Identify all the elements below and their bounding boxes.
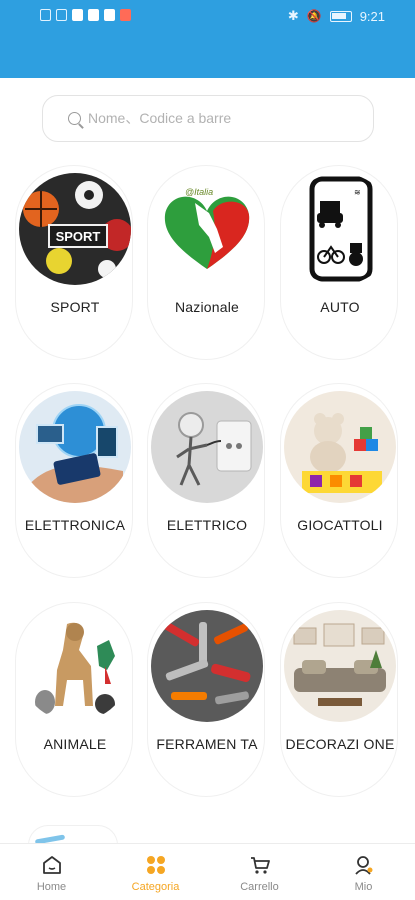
category-card-elettronica[interactable]: ELETTRONICA (15, 383, 133, 578)
status-icons-right: ✱ 🔕 9:21 (288, 8, 385, 24)
nav-label: Categoria (131, 881, 180, 893)
nav-home[interactable]: Home (0, 844, 103, 900)
category-card-auto[interactable]: ≋ AUTO (280, 165, 398, 360)
nav-categoria[interactable]: Categoria (104, 844, 207, 900)
nav-label: Mio (354, 881, 373, 893)
category-label: ELETTRONICA (24, 517, 126, 533)
italy-heart-image: @Italia (151, 173, 263, 285)
category-label: SPORT (50, 299, 100, 315)
message-icon (88, 9, 99, 21)
category-label: ANIMALE (43, 736, 107, 752)
category-card-nazionale[interactable]: @Italia Nazionale (147, 165, 265, 360)
search-input[interactable] (88, 96, 358, 140)
status-icons-left (40, 9, 131, 21)
sim-icon (40, 9, 51, 21)
svg-text:@Italia: @Italia (185, 187, 213, 197)
profile-icon (354, 856, 372, 875)
decor-image (284, 610, 396, 722)
status-time: 9:21 (359, 8, 385, 24)
nav-carrello[interactable]: Carrello (208, 844, 311, 900)
category-label: Nazionale (174, 299, 240, 315)
wifi-icon (56, 9, 67, 21)
electric-image (151, 391, 263, 503)
toys-image (284, 391, 396, 503)
battery-icon (329, 10, 352, 22)
svg-text:≋: ≋ (354, 188, 361, 197)
category-card-partial[interactable] (28, 825, 118, 845)
category-card-decorazione[interactable]: DECORAZI ONE (280, 602, 398, 797)
category-label: ELETTRICO (166, 517, 248, 533)
category-label: DECORAZI ONE (285, 736, 395, 752)
category-card-animale[interactable]: ANIMALE (15, 602, 133, 797)
category-icon (146, 856, 165, 874)
nav-mio[interactable]: Mio (312, 844, 415, 900)
auto-image: ≋ (284, 173, 396, 285)
nav-label: Home (36, 881, 67, 893)
category-label: FERRAMEN TA (156, 736, 258, 752)
category-card-sport[interactable]: SPORT SPORT (15, 165, 133, 360)
category-label: GIOCATTOLI (297, 517, 383, 533)
tools-image (151, 610, 263, 722)
category-card-giocattoli[interactable]: GIOCATTOLI (280, 383, 398, 578)
animals-image (19, 610, 131, 722)
cart-icon (250, 857, 270, 874)
mail-icon (104, 9, 115, 21)
bottom-nav: Home Categoria Carrello Mio (0, 843, 415, 900)
mute-icon: 🔕 (306, 9, 322, 23)
app-icon (72, 9, 83, 21)
app-header: ✱ 🔕 9:21 (0, 0, 415, 78)
category-card-elettrico[interactable]: ELETTRICO (147, 383, 265, 578)
svg-text:SPORT: SPORT (56, 229, 101, 244)
electronics-image (19, 391, 131, 503)
search-icon (68, 112, 81, 125)
sport-image: SPORT (19, 173, 131, 285)
status-bar: ✱ 🔕 9:21 (0, 0, 415, 34)
category-label: AUTO (320, 299, 360, 315)
home-icon (42, 856, 61, 874)
app-red-icon (120, 9, 131, 21)
bluetooth-icon: ✱ (287, 8, 299, 23)
category-card-ferramenta[interactable]: FERRAMEN TA (147, 602, 265, 797)
search-bar[interactable] (42, 95, 374, 142)
nav-label: Carrello (240, 881, 279, 893)
